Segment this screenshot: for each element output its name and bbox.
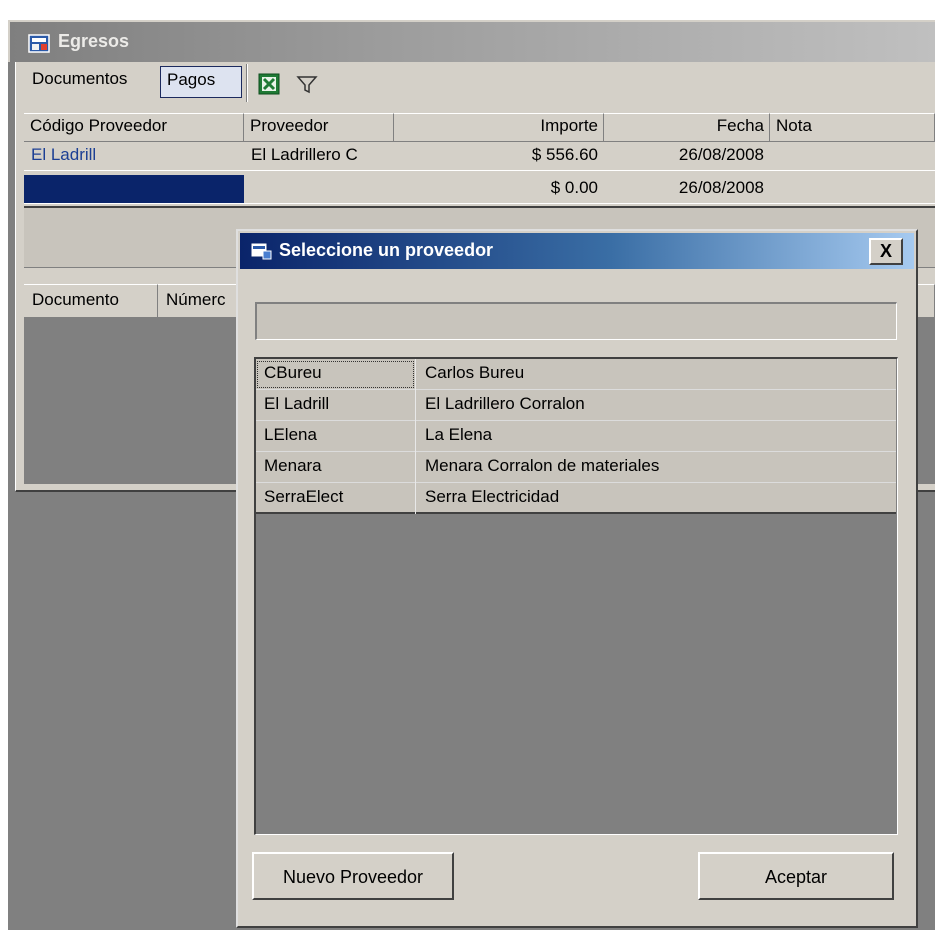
tab-pagos[interactable]: Pagos (160, 66, 242, 98)
table-cell-nota[interactable] (770, 142, 935, 171)
table-cell-nota[interactable] (770, 175, 935, 204)
supplier-name[interactable]: Carlos Bureu (417, 359, 896, 390)
column-header-proveedor[interactable]: Proveedor (244, 113, 394, 142)
supplier-name[interactable]: El Ladrillero Corralon (417, 390, 896, 421)
tab-documentos[interactable]: Documentos (24, 66, 156, 98)
window-app-icon (28, 34, 50, 53)
table-cell-codigo[interactable]: El Ladrill (24, 142, 244, 171)
toolbar-separator (246, 64, 248, 102)
table-cell-importe[interactable]: $ 556.60 (394, 142, 604, 171)
table-cell-proveedor[interactable]: El Ladrillero C (244, 142, 394, 171)
close-button[interactable]: X (869, 238, 903, 265)
supplier-name[interactable]: Serra Electricidad (417, 483, 896, 514)
supplier-code[interactable]: LElena (256, 421, 416, 452)
table-cell-proveedor[interactable] (244, 175, 394, 204)
supplier-name[interactable]: Menara Corralon de materiales (417, 452, 896, 483)
table-cell-fecha[interactable]: 26/08/2008 (604, 142, 770, 171)
close-icon: X (879, 241, 892, 261)
table-cell-fecha[interactable]: 26/08/2008 (604, 175, 770, 204)
supplier-code[interactable]: Menara (256, 452, 416, 483)
accept-button[interactable]: Aceptar (698, 852, 894, 900)
column-header-importe[interactable]: Importe (394, 113, 604, 142)
excel-export-icon[interactable] (258, 73, 280, 95)
column-header-nota[interactable]: Nota (770, 113, 935, 142)
column-header-codigo[interactable]: Código Proveedor (24, 113, 244, 142)
dialog-title: Seleccione un proveedor (279, 240, 494, 260)
dialog-app-icon (250, 242, 272, 260)
table-cell-codigo-selected[interactable] (24, 175, 244, 204)
supplier-code[interactable]: SerraElect (256, 483, 416, 514)
main-titlebar (8, 20, 935, 62)
supplier-search-input[interactable] (255, 302, 897, 340)
new-supplier-button[interactable]: Nuevo Proveedor (252, 852, 454, 900)
table-cell-importe[interactable]: $ 0.00 (394, 175, 604, 204)
column-header-fecha[interactable]: Fecha (604, 113, 770, 142)
supplier-code[interactable]: El Ladrill (256, 390, 416, 421)
filter-icon[interactable] (296, 73, 318, 95)
focus-rectangle (257, 361, 414, 388)
column-header-documento[interactable]: Documento (24, 284, 158, 318)
supplier-name[interactable]: La Elena (417, 421, 896, 452)
window-title: Egresos (58, 31, 130, 51)
